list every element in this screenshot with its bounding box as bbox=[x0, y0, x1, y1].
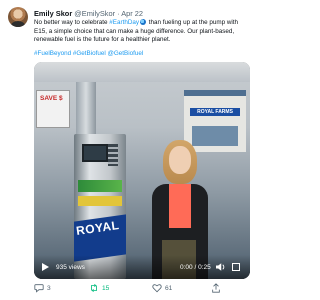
pump-keypad bbox=[108, 143, 118, 166]
author-name[interactable]: Emily Skor bbox=[34, 9, 72, 18]
reply-icon bbox=[34, 284, 44, 293]
video-controls: 935 views 0:00 / 0:25 bbox=[34, 254, 250, 279]
hashtag-earthday[interactable]: #EarthDay bbox=[109, 19, 139, 26]
separator-dot: · bbox=[117, 9, 120, 18]
like-count: 61 bbox=[165, 284, 173, 292]
store-sign: ROYAL FARMS bbox=[190, 107, 240, 116]
video-player[interactable]: ROYAL FARMS SAVE $ ROYAL 935 views 0:00 … bbox=[34, 61, 250, 279]
fullscreen-icon[interactable] bbox=[232, 262, 240, 271]
gas-station-canopy bbox=[34, 61, 250, 82]
pump-screen bbox=[82, 143, 108, 162]
share-icon bbox=[212, 283, 220, 293]
globe-emoji-icon bbox=[140, 19, 147, 25]
author-line: Emily Skor @EmilySkor · Apr 22 bbox=[34, 8, 143, 19]
video-time: 0:00 / 0:25 bbox=[180, 263, 211, 271]
reply-button[interactable]: 3 bbox=[34, 283, 51, 293]
tweet-text-part1: No better way to celebrate bbox=[34, 19, 110, 26]
person-face bbox=[169, 145, 191, 174]
volume-icon[interactable] bbox=[216, 263, 225, 271]
share-button[interactable] bbox=[211, 283, 224, 293]
video-views: 935 views bbox=[56, 263, 85, 271]
tweet-text: No better way to celebrate #EarthDay tha… bbox=[34, 19, 248, 45]
tweet-date[interactable]: Apr 22 bbox=[121, 9, 143, 18]
author-avatar[interactable] bbox=[8, 7, 28, 27]
reply-count: 3 bbox=[47, 284, 51, 292]
tweet-body: No better way to celebrate #EarthDay tha… bbox=[34, 19, 250, 279]
price-sign-text: SAVE $ bbox=[40, 94, 63, 102]
retweet-button[interactable]: 15 bbox=[89, 283, 109, 293]
tweet-hashtags[interactable]: #FuelBeyond #GetBiofuel @GetBiofuel bbox=[34, 50, 242, 58]
retweet-icon bbox=[91, 283, 97, 293]
pump-yellow-panel bbox=[78, 195, 122, 206]
retweet-count: 15 bbox=[102, 284, 110, 292]
person-blouse bbox=[169, 183, 191, 228]
video-frame: ROYAL FARMS SAVE $ ROYAL bbox=[34, 61, 250, 279]
heart-icon bbox=[152, 284, 162, 293]
price-sign: SAVE $ bbox=[36, 89, 70, 128]
like-button[interactable]: 61 bbox=[152, 283, 172, 293]
pump-green-panel bbox=[78, 179, 122, 192]
play-icon[interactable] bbox=[42, 262, 49, 271]
tweet-actions: 3 15 61 bbox=[34, 283, 234, 295]
tweet-card[interactable]: Emily Skor @EmilySkor · Apr 22 No better… bbox=[0, 0, 250, 300]
author-handle[interactable]: @EmilySkor bbox=[74, 9, 115, 18]
